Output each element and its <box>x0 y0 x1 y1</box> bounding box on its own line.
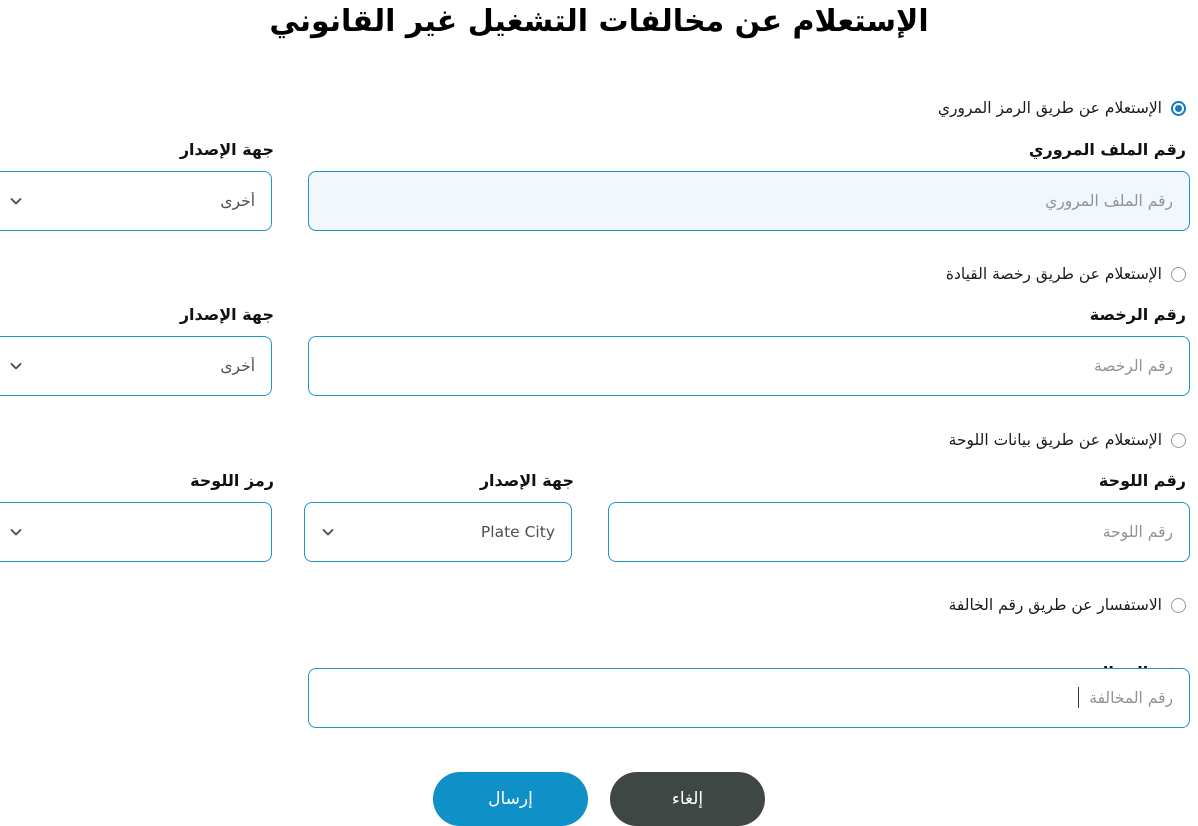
radio-option-plate-data[interactable]: الإستعلام عن طريق بيانات اللوحة <box>949 431 1186 449</box>
chevron-down-icon[interactable] <box>9 194 23 208</box>
select-value-plate-issuing-authority: Plate City <box>480 523 555 541</box>
label-issuing-authority-2: جهة الإصدار <box>179 305 274 324</box>
cancel-button[interactable]: إلغاء <box>610 772 765 826</box>
radio-option-violation-number[interactable]: الاستفسار عن طريق رقم الخالفة <box>949 596 1186 614</box>
input-traffic-file-number[interactable] <box>308 171 1190 231</box>
chevron-down-icon[interactable] <box>9 359 23 373</box>
input-license-number[interactable] <box>308 336 1190 396</box>
chevron-down-icon[interactable] <box>321 525 335 539</box>
radio-label-driving-license: الإستعلام عن طريق رخصة القيادة <box>945 265 1162 283</box>
radio-label-violation-number: الاستفسار عن طريق رقم الخالفة <box>948 596 1162 614</box>
select-value-issuing-authority-2: أخرى <box>220 357 255 375</box>
radio-icon-driving-license[interactable] <box>1171 266 1186 282</box>
select-plate-code[interactable] <box>0 502 272 562</box>
radio-icon-plate-data[interactable] <box>1171 432 1186 448</box>
label-plate-issuing-authority: جهة الإصدار <box>479 471 574 490</box>
radio-icon-violation-number[interactable] <box>1171 597 1186 613</box>
input-violation-number[interactable] <box>308 668 1190 728</box>
label-plate-number: رقم اللوحة <box>1098 471 1186 490</box>
select-plate-issuing-authority[interactable]: Plate City <box>304 502 572 562</box>
label-issuing-authority-1: جهة الإصدار <box>179 140 274 159</box>
text-caret <box>1077 687 1079 708</box>
radio-option-driving-license[interactable]: الإستعلام عن طريق رخصة القيادة <box>946 265 1186 283</box>
select-value-issuing-authority-1: أخرى <box>220 192 255 210</box>
radio-option-traffic-code[interactable]: الإستعلام عن طريق الرمز المروري <box>938 99 1186 117</box>
label-traffic-file-number: رقم الملف المروري <box>1028 140 1186 159</box>
select-issuing-authority-2[interactable]: أخرى <box>0 336 272 396</box>
label-plate-code: رمز اللوحة <box>190 471 274 490</box>
chevron-down-icon[interactable] <box>9 525 23 539</box>
radio-icon-traffic-code[interactable] <box>1171 100 1186 116</box>
submit-button[interactable]: إرسال <box>433 772 588 826</box>
inquiry-form-page: الإستعلام عن مخالفات التشغيل غير القانون… <box>0 0 1198 826</box>
select-issuing-authority-1[interactable]: أخرى <box>0 171 272 231</box>
page-title: الإستعلام عن مخالفات التشغيل غير القانون… <box>269 4 929 39</box>
radio-label-plate-data: الإستعلام عن طريق بيانات اللوحة <box>948 431 1162 449</box>
label-license-number: رقم الرخصة <box>1089 305 1186 324</box>
input-plate-number[interactable] <box>608 502 1190 562</box>
radio-label-traffic-code: الإستعلام عن طريق الرمز المروري <box>937 99 1162 117</box>
